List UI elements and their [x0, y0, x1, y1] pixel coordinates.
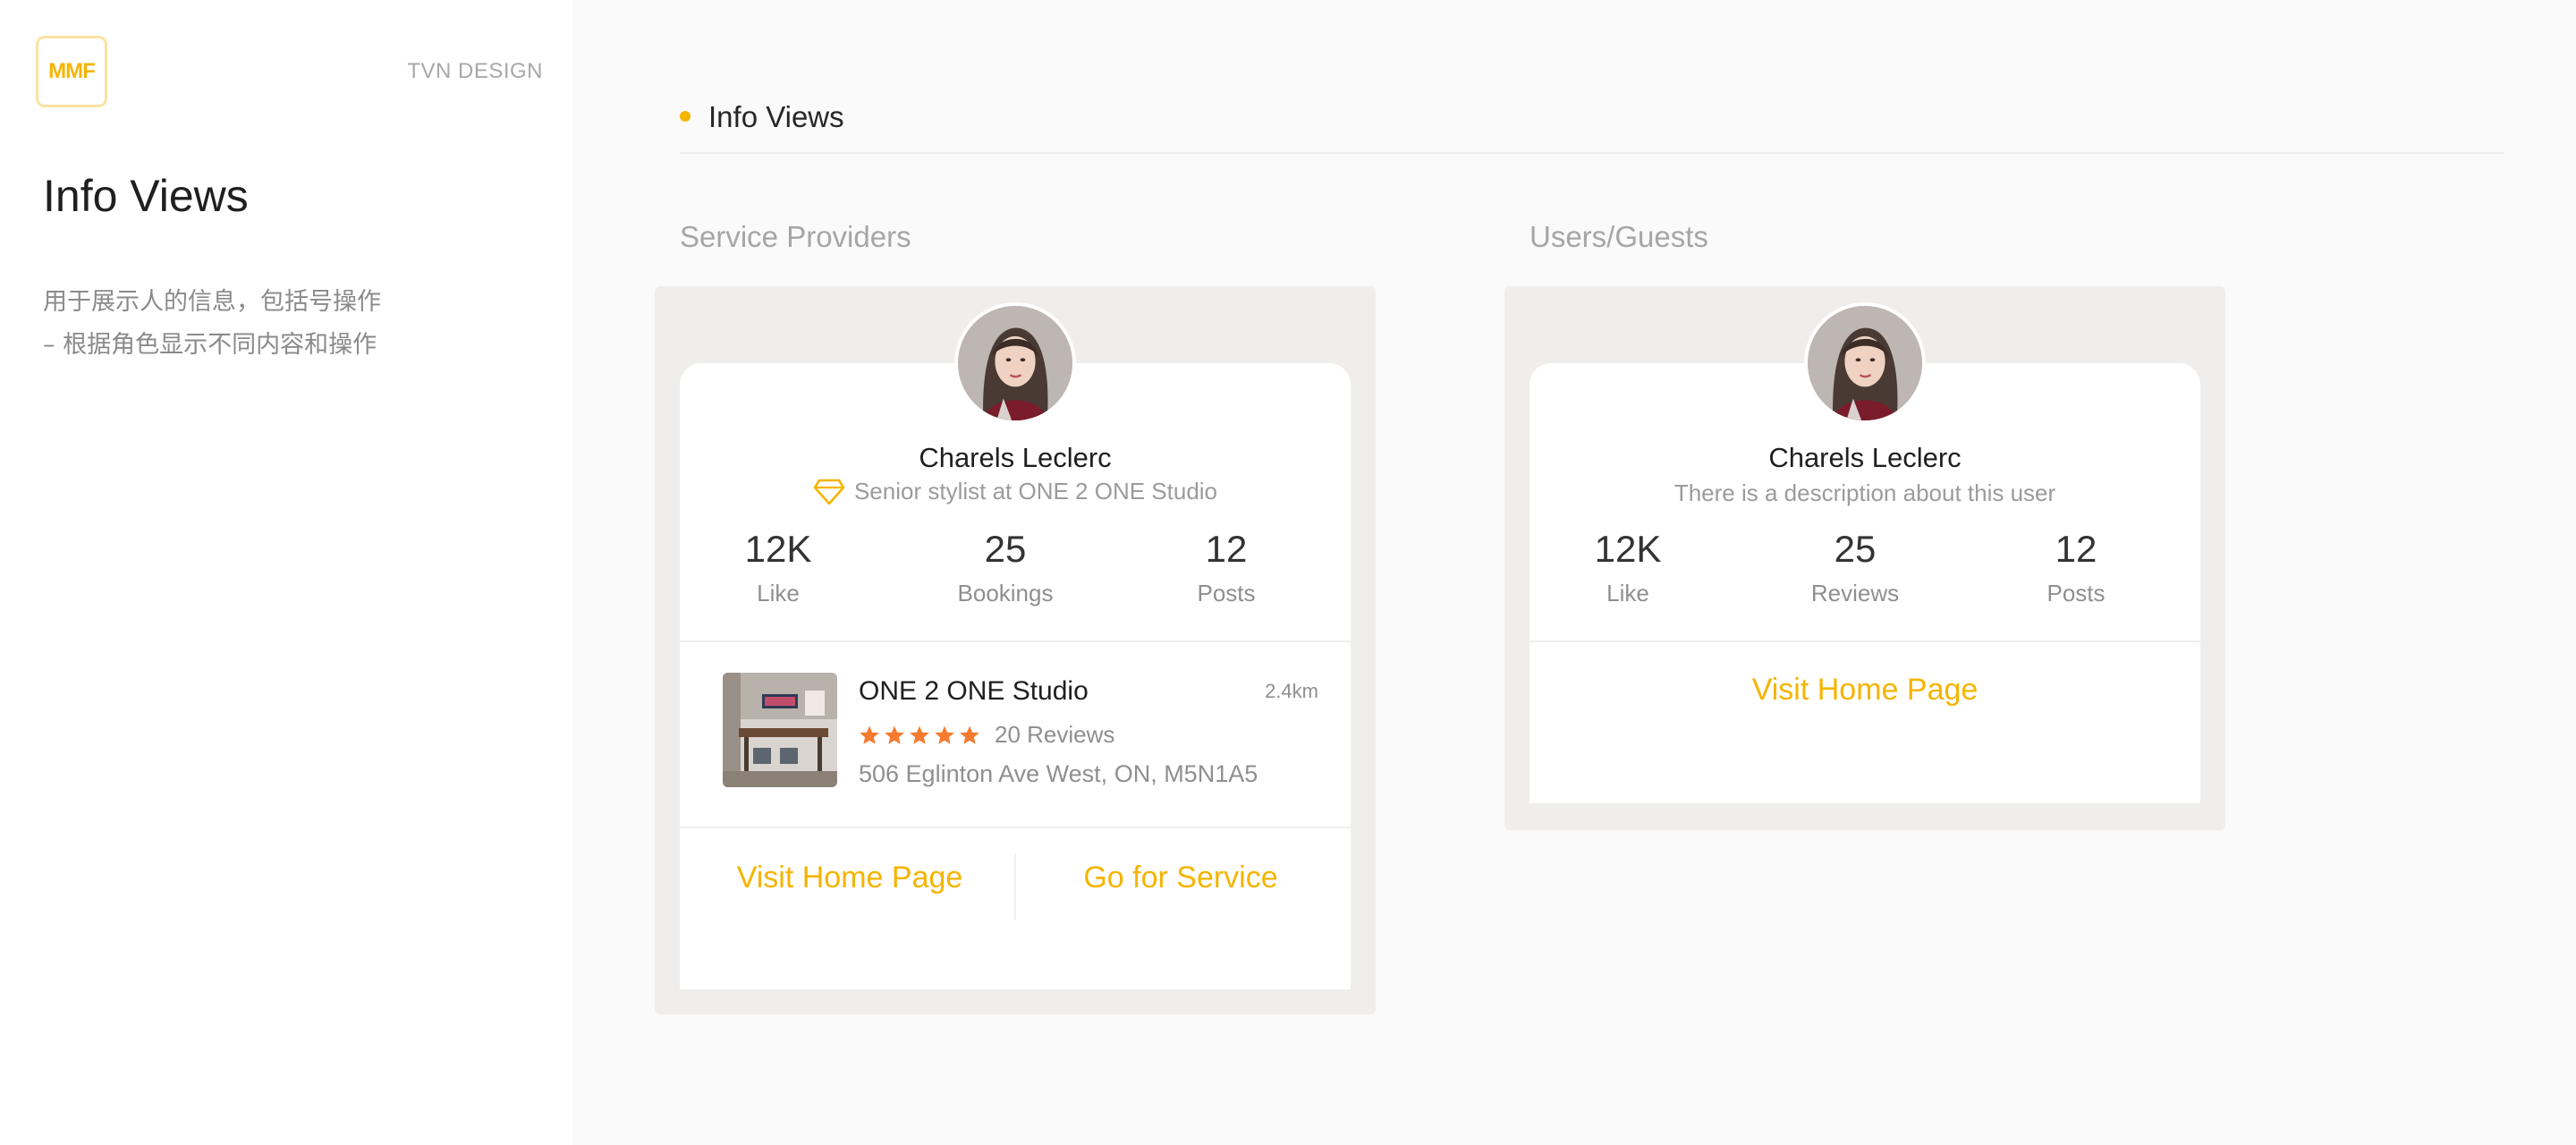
- provider-avatar[interactable]: [954, 302, 1076, 424]
- studio-address: 506 Eglinton Ave West, ON, M5N1A5: [859, 760, 1258, 787]
- studio-name[interactable]: ONE 2 ONE Studio: [859, 676, 1089, 707]
- star-icon: [935, 725, 954, 744]
- stat-posts[interactable]: 12 Posts: [1128, 528, 1325, 607]
- stat-label: Bookings: [957, 580, 1054, 606]
- visit-home-page-button[interactable]: Visit Home Page: [1530, 673, 2200, 708]
- star-icon: [885, 725, 904, 744]
- stat-like[interactable]: 12K Like: [1530, 528, 1726, 607]
- mmf-logo[interactable]: MMF: [36, 36, 107, 107]
- service-providers-label: Service Providers: [680, 220, 911, 253]
- star-icon: [860, 725, 879, 744]
- section-bullet-icon: [680, 111, 691, 122]
- stat-label: Like: [1606, 580, 1649, 606]
- stat-bookings[interactable]: 25 Bookings: [907, 528, 1104, 607]
- stat-value: 12K: [1594, 528, 1662, 570]
- users-guests-label: Users/Guests: [1530, 220, 1708, 253]
- guest-info-card: Charels Leclerc There is a description a…: [1530, 363, 2200, 803]
- stat-value: 25: [1834, 528, 1877, 570]
- stat-value: 25: [984, 528, 1027, 570]
- stat-value: 12K: [744, 528, 812, 570]
- page-title: Info Views: [43, 171, 249, 221]
- stat-label: Posts: [1197, 580, 1256, 606]
- brand-label: TVN DESIGN: [407, 59, 543, 83]
- guest-description: There is a description about this user: [1674, 479, 2056, 506]
- provider-title-text: Senior stylist at ONE 2 ONE Studio: [853, 478, 1218, 505]
- stat-label: Like: [757, 580, 800, 606]
- divider: [1530, 640, 2200, 642]
- guest-avatar[interactable]: [1804, 302, 1926, 424]
- star-icon: [910, 725, 929, 744]
- guest-panel: Charels Leclerc There is a description a…: [1504, 286, 2225, 830]
- provider-panel: Charels Leclerc Senior stylist at ONE 2 …: [655, 286, 1376, 1014]
- description-line-2: – 根据角色显示不同内容和操作: [43, 331, 377, 359]
- avatar-image: [1808, 306, 1922, 420]
- stat-value: 12: [2055, 528, 2097, 570]
- studio-image: [723, 673, 837, 787]
- stat-value: 12: [1205, 528, 1248, 570]
- description-line-1: 用于展示人的信息，包括号操作: [43, 288, 381, 316]
- review-count[interactable]: 20 Reviews: [995, 721, 1114, 749]
- provider-name: Charels Leclerc: [919, 442, 1112, 473]
- logo-text: MMF: [48, 59, 96, 83]
- studio-rating: 20 Reviews: [859, 721, 1114, 749]
- page: MMF TVN DESIGN Info Views 用于展示人的信息，包括号操作…: [0, 0, 2576, 1145]
- divider: [680, 640, 1351, 642]
- studio-distance: 2.4km: [1265, 680, 1318, 702]
- sidebar: MMF TVN DESIGN Info Views 用于展示人的信息，包括号操作…: [0, 0, 572, 1145]
- action-separator: [1014, 853, 1016, 920]
- stat-posts[interactable]: 12 Posts: [1978, 528, 2174, 607]
- section-header: Info Views: [680, 89, 2504, 154]
- provider-info-card: Charels Leclerc Senior stylist at ONE 2 …: [680, 363, 1351, 989]
- stat-label: Reviews: [1810, 580, 1900, 606]
- stat-like[interactable]: 12K Like: [680, 528, 877, 607]
- diamond-icon: [813, 479, 845, 505]
- guest-name: Charels Leclerc: [1768, 442, 1962, 473]
- stat-label: Posts: [2046, 580, 2106, 606]
- visit-home-page-button[interactable]: Visit Home Page: [707, 861, 993, 895]
- divider: [680, 827, 1351, 828]
- star-icon: [960, 725, 979, 744]
- provider-subtitle: Senior stylist at ONE 2 ONE Studio: [680, 478, 1351, 505]
- guest-stats: 12K Like 25 Reviews 12 Posts: [1530, 528, 2200, 626]
- stat-reviews[interactable]: 25 Reviews: [1757, 528, 1953, 607]
- avatar-image: [958, 306, 1072, 420]
- provider-stats: 12K Like 25 Bookings 12 Posts: [680, 528, 1351, 626]
- section-title: Info Views: [708, 100, 844, 133]
- go-for-service-button[interactable]: Go for Service: [1038, 861, 1324, 895]
- studio-photo[interactable]: [723, 673, 837, 787]
- page-description: 用于展示人的信息，包括号操作 – 根据角色显示不同内容和操作: [43, 281, 381, 367]
